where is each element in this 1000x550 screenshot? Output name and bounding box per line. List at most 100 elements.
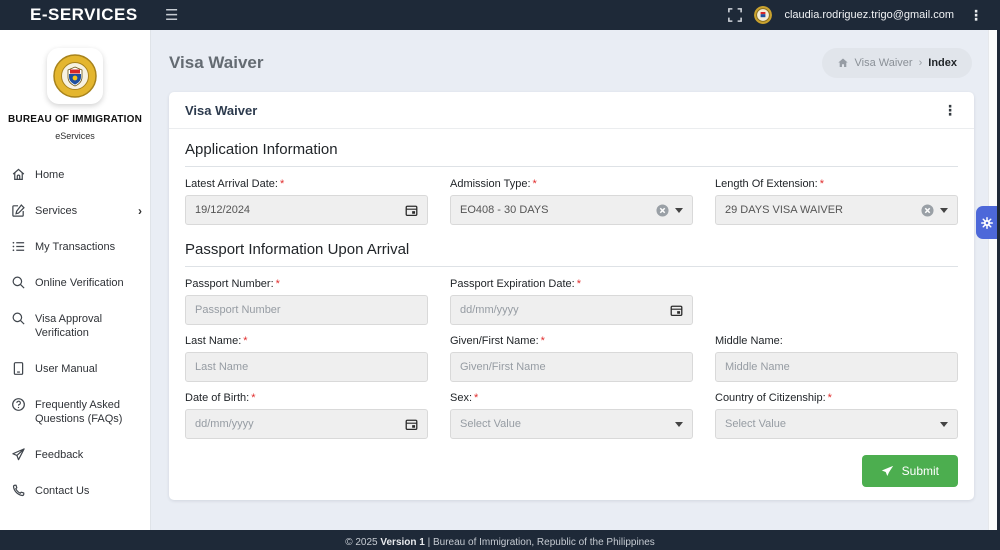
sidebar-item-label: Home bbox=[35, 168, 142, 182]
clear-icon[interactable] bbox=[656, 204, 669, 217]
date-text[interactable] bbox=[195, 204, 399, 216]
text-input[interactable] bbox=[195, 304, 418, 316]
menu-icon[interactable]: ☰ bbox=[165, 8, 178, 23]
field-admission-type: Admission Type:* EO408 - 30 DAYS bbox=[450, 178, 693, 225]
sidebar-item-faqs[interactable]: Frequently Asked Questions (FAQs) bbox=[0, 387, 150, 437]
selected-value: Select Value bbox=[725, 418, 934, 430]
passport-expiration-date-input[interactable] bbox=[450, 295, 693, 325]
section-application-information: Application Information bbox=[185, 141, 958, 167]
field-label: Length Of Extension:* bbox=[715, 178, 958, 190]
chevron-down-icon bbox=[675, 208, 683, 213]
field-last-name: Last Name:* bbox=[185, 335, 428, 382]
field-country-of-citizenship: Country of Citizenship:* Select Value bbox=[715, 392, 958, 439]
breadcrumb: Visa Waiver › Index bbox=[822, 48, 972, 78]
field-sex: Sex:* Select Value bbox=[450, 392, 693, 439]
field-label: Admission Type:* bbox=[450, 178, 693, 190]
footer: © 2025 Version 1 | Bureau of Immigration… bbox=[0, 530, 1000, 550]
sidebar-item-contact-us[interactable]: Contact Us bbox=[0, 473, 150, 509]
breadcrumb-current: Index bbox=[928, 57, 957, 69]
field-passport-number: Passport Number:* bbox=[185, 278, 428, 325]
submit-button[interactable]: Submit bbox=[862, 455, 958, 487]
field-date-of-birth: Date of Birth:* bbox=[185, 392, 428, 439]
section-passport-information: Passport Information Upon Arrival bbox=[185, 241, 958, 267]
given-first-name-input[interactable] bbox=[450, 352, 693, 382]
fullscreen-icon[interactable] bbox=[728, 8, 742, 22]
breadcrumb-separator: › bbox=[919, 57, 923, 69]
length-of-extension-select[interactable]: 29 DAYS VISA WAIVER bbox=[715, 195, 958, 225]
sidebar-item-feedback[interactable]: Feedback bbox=[0, 437, 150, 473]
boi-logo bbox=[47, 48, 103, 104]
chevron-down-icon bbox=[940, 422, 948, 427]
text-input[interactable] bbox=[725, 361, 948, 373]
sidebar-item-user-manual[interactable]: User Manual bbox=[0, 351, 150, 387]
scrollbar[interactable] bbox=[988, 30, 997, 530]
user-email[interactable]: claudia.rodriguez.trigo@gmail.com bbox=[784, 9, 954, 21]
chevron-right-icon: › bbox=[138, 204, 142, 218]
calendar-icon[interactable] bbox=[405, 418, 418, 431]
sidebar: BUREAU OF IMMIGRATION eServices Home Ser… bbox=[0, 30, 151, 530]
footer-text: | Bureau of Immigration, Republic of the… bbox=[425, 537, 655, 548]
date-text[interactable] bbox=[195, 418, 399, 430]
field-label: Given/First Name:* bbox=[450, 335, 693, 347]
sidebar-item-label: Frequently Asked Questions (FAQs) bbox=[35, 398, 142, 426]
admission-type-select[interactable]: EO408 - 30 DAYS bbox=[450, 195, 693, 225]
chevron-down-icon bbox=[675, 422, 683, 427]
sidebar-item-label: Online Verification bbox=[35, 276, 142, 290]
text-input[interactable] bbox=[460, 361, 683, 373]
clear-icon[interactable] bbox=[921, 204, 934, 217]
home-icon bbox=[837, 57, 849, 69]
calendar-icon[interactable] bbox=[670, 304, 683, 317]
phone-icon bbox=[11, 483, 26, 498]
country-of-citizenship-select[interactable]: Select Value bbox=[715, 409, 958, 439]
sex-select[interactable]: Select Value bbox=[450, 409, 693, 439]
search-icon bbox=[11, 275, 26, 290]
middle-name-input[interactable] bbox=[715, 352, 958, 382]
last-name-input[interactable] bbox=[185, 352, 428, 382]
sidebar-item-label: User Manual bbox=[35, 362, 142, 376]
sidebar-item-online-verification[interactable]: Online Verification bbox=[0, 265, 150, 301]
sidebar-item-label: My Transactions bbox=[35, 240, 142, 254]
book-icon bbox=[11, 361, 26, 376]
passport-number-input[interactable] bbox=[185, 295, 428, 325]
breadcrumb-parent[interactable]: Visa Waiver bbox=[855, 57, 913, 69]
field-label: Country of Citizenship:* bbox=[715, 392, 958, 404]
field-label: Passport Number:* bbox=[185, 278, 428, 290]
topbar: E-SERVICES ☰ claudia.rodriguez.trigo@gma… bbox=[0, 0, 1000, 30]
selected-value: EO408 - 30 DAYS bbox=[460, 204, 650, 216]
sidebar-item-label: Visa Approval Verification bbox=[35, 312, 142, 340]
submit-label: Submit bbox=[902, 464, 939, 478]
text-input[interactable] bbox=[195, 361, 418, 373]
field-length-of-extension: Length Of Extension:* 29 DAYS VISA WAIVE… bbox=[715, 178, 958, 225]
app-brand: E-SERVICES bbox=[0, 5, 151, 25]
sidebar-item-visa-approval-verification[interactable]: Visa Approval Verification bbox=[0, 301, 150, 351]
field-label: Last Name:* bbox=[185, 335, 428, 347]
kebab-menu-icon[interactable]: ⋮ bbox=[966, 7, 986, 24]
sidebar-item-label: Services bbox=[35, 204, 129, 218]
main-content: Visa Waiver Visa Waiver › Index Visa Wai… bbox=[152, 30, 988, 530]
field-label: Passport Expiration Date:* bbox=[450, 278, 693, 290]
field-label: Latest Arrival Date:* bbox=[185, 178, 428, 190]
date-of-birth-input[interactable] bbox=[185, 409, 428, 439]
sidebar-item-home[interactable]: Home bbox=[0, 157, 150, 193]
field-label: Sex:* bbox=[450, 392, 693, 404]
visa-waiver-card: Visa Waiver ⋮ Application Information La… bbox=[169, 92, 974, 500]
send-icon bbox=[11, 447, 26, 462]
field-given-first-name: Given/First Name:* bbox=[450, 335, 693, 382]
org-subtitle: eServices bbox=[0, 131, 150, 141]
date-text[interactable] bbox=[460, 304, 664, 316]
sidebar-item-my-transactions[interactable]: My Transactions bbox=[0, 229, 150, 265]
calendar-icon[interactable] bbox=[405, 204, 418, 217]
sidebar-item-services[interactable]: Services › bbox=[0, 193, 150, 229]
user-avatar[interactable] bbox=[754, 6, 772, 24]
list-icon bbox=[11, 239, 26, 254]
grid-spacer bbox=[715, 278, 958, 325]
selected-value: 29 DAYS VISA WAIVER bbox=[725, 204, 915, 216]
field-label: Middle Name: bbox=[715, 335, 958, 347]
field-latest-arrival-date: Latest Arrival Date:* bbox=[185, 178, 428, 225]
send-icon bbox=[881, 465, 894, 478]
question-circle-icon bbox=[11, 397, 26, 412]
field-middle-name: Middle Name: bbox=[715, 335, 958, 382]
latest-arrival-date-input[interactable] bbox=[185, 195, 428, 225]
card-kebab-icon[interactable]: ⋮ bbox=[940, 102, 960, 119]
settings-panel-toggle[interactable] bbox=[976, 206, 997, 239]
